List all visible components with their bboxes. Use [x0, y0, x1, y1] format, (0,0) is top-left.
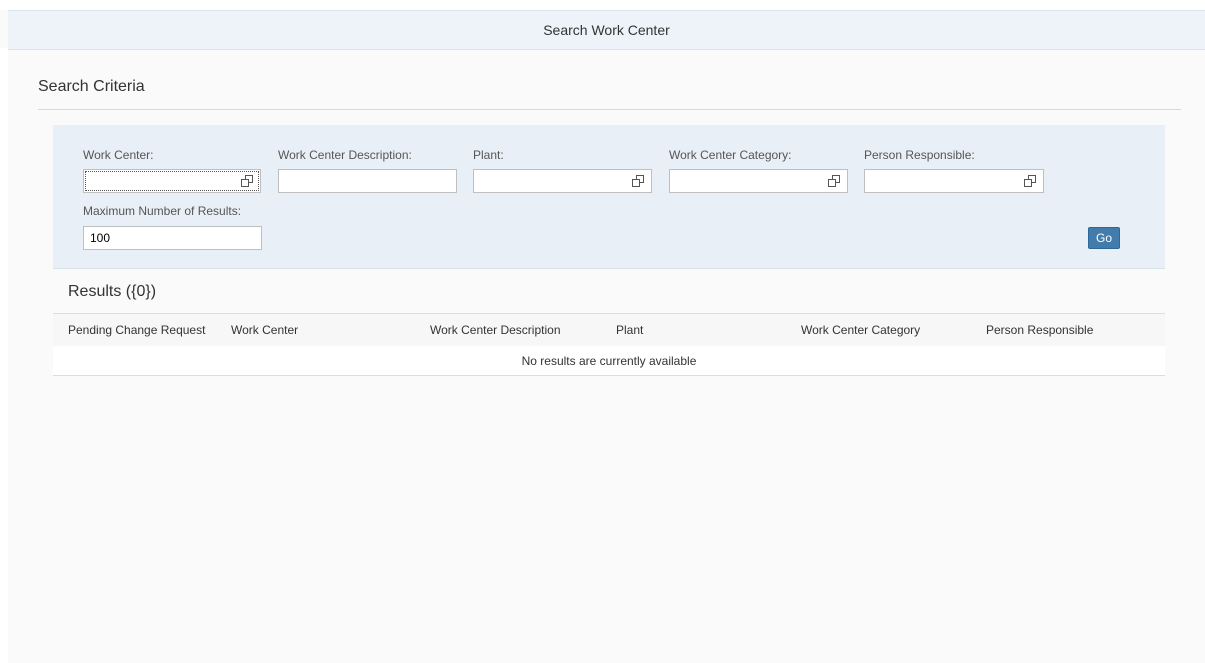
- results-table-header: Pending Change Request Work Center Work …: [53, 313, 1165, 347]
- work-center-category-label: Work Center Category:: [669, 148, 792, 162]
- window-title-bar: Search Work Center: [8, 10, 1205, 50]
- top-strip: [0, 0, 1205, 10]
- results-empty-message: No results are currently available: [53, 346, 1165, 376]
- search-criteria-title: Search Criteria: [38, 78, 145, 95]
- work-center-description-input[interactable]: [278, 169, 457, 193]
- value-help-icon[interactable]: [828, 175, 840, 187]
- work-center-description-label: Work Center Description:: [278, 148, 412, 162]
- max-results-label: Maximum Number of Results:: [83, 204, 242, 218]
- window-title: Search Work Center: [543, 22, 670, 38]
- work-center-category-input[interactable]: [669, 169, 848, 193]
- left-edge: [0, 48, 8, 663]
- column-header-work-center-category[interactable]: Work Center Category: [801, 323, 920, 337]
- column-header-work-center[interactable]: Work Center: [231, 323, 298, 337]
- section-divider: [38, 109, 1181, 110]
- value-help-icon[interactable]: [241, 175, 253, 187]
- work-center-label: Work Center:: [83, 148, 154, 162]
- go-button[interactable]: Go: [1088, 227, 1120, 249]
- column-header-plant[interactable]: Plant: [616, 323, 643, 337]
- column-header-person-responsible[interactable]: Person Responsible: [986, 323, 1093, 337]
- plant-input[interactable]: [473, 169, 652, 193]
- value-help-icon[interactable]: [1024, 175, 1036, 187]
- max-results-value: 100: [90, 231, 111, 245]
- value-help-icon[interactable]: [632, 175, 644, 187]
- column-header-pending-change-request[interactable]: Pending Change Request: [68, 323, 205, 337]
- results-title: Results ({0}): [68, 283, 157, 300]
- plant-label: Plant:: [473, 148, 504, 162]
- person-responsible-label: Person Responsible:: [864, 148, 975, 162]
- work-center-input[interactable]: [83, 169, 261, 193]
- column-header-work-center-description[interactable]: Work Center Description: [430, 323, 561, 337]
- person-responsible-input[interactable]: [864, 169, 1044, 193]
- max-results-input[interactable]: 100: [83, 226, 262, 250]
